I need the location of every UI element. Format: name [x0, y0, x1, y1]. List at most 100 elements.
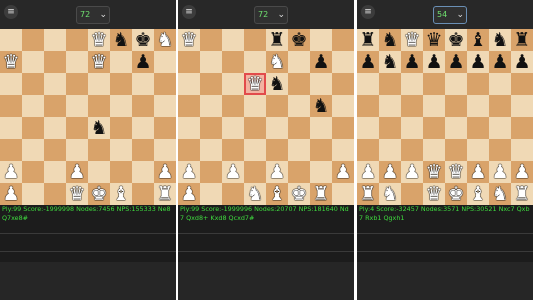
board-square[interactable]: ♟ [222, 161, 244, 183]
board-square[interactable] [44, 51, 66, 73]
board-square[interactable]: ♟ [489, 161, 511, 183]
black-piece-icon[interactable]: ♜ [513, 29, 530, 51]
board-square[interactable] [222, 51, 244, 73]
board-square[interactable] [44, 95, 66, 117]
white-piece-icon[interactable]: ♟ [334, 161, 351, 183]
board-square[interactable] [154, 51, 176, 73]
white-piece-icon[interactable]: ♜ [359, 183, 376, 205]
board-square[interactable] [332, 183, 354, 205]
board-square[interactable] [110, 161, 132, 183]
board-square[interactable] [467, 95, 489, 117]
board-square[interactable] [244, 161, 266, 183]
board-square[interactable] [288, 95, 310, 117]
board-square[interactable] [200, 183, 222, 205]
white-piece-icon[interactable]: ♟ [2, 161, 19, 183]
white-piece-icon[interactable]: ♟ [224, 161, 241, 183]
board-square[interactable] [154, 117, 176, 139]
board-square[interactable]: ♜ [310, 183, 332, 205]
black-piece-icon[interactable]: ♟ [447, 51, 464, 73]
board-square[interactable] [332, 117, 354, 139]
board-square[interactable]: ♛ [88, 51, 110, 73]
board-square[interactable] [467, 117, 489, 139]
board-square[interactable] [467, 73, 489, 95]
board-square[interactable]: ♚ [88, 183, 110, 205]
board-square[interactable] [66, 73, 88, 95]
white-piece-icon[interactable]: ♟ [359, 161, 376, 183]
board-square[interactable] [423, 139, 445, 161]
board-square[interactable] [401, 183, 423, 205]
board-square[interactable]: ♟ [511, 161, 533, 183]
board-square[interactable]: ♞ [110, 29, 132, 51]
white-piece-icon[interactable]: ♛ [68, 183, 85, 205]
black-piece-icon[interactable]: ♚ [134, 29, 151, 51]
board-square[interactable] [357, 139, 379, 161]
menu-icon[interactable]: ≡ [4, 5, 18, 19]
white-piece-icon[interactable]: ♜ [312, 183, 329, 205]
board-square[interactable] [0, 29, 22, 51]
white-piece-icon[interactable]: ♟ [68, 161, 85, 183]
board-square[interactable] [66, 29, 88, 51]
board-square[interactable] [244, 117, 266, 139]
white-piece-icon[interactable]: ♚ [90, 183, 107, 205]
board-square[interactable]: ♚ [288, 29, 310, 51]
board-square[interactable] [332, 29, 354, 51]
board-square[interactable] [445, 73, 467, 95]
board-square[interactable]: ♚ [445, 29, 467, 51]
board-square[interactable] [357, 73, 379, 95]
board-square[interactable]: ♟ [401, 51, 423, 73]
board-square[interactable] [178, 139, 200, 161]
board-square[interactable] [222, 29, 244, 51]
board-square[interactable] [22, 73, 44, 95]
board-square[interactable]: ♟ [511, 51, 533, 73]
board-square[interactable]: ♟ [467, 161, 489, 183]
board-square[interactable]: ♛ [244, 73, 266, 95]
board-square[interactable] [244, 95, 266, 117]
board-square[interactable]: ♜ [511, 183, 533, 205]
board-square[interactable] [132, 95, 154, 117]
board-square[interactable] [200, 117, 222, 139]
white-piece-icon[interactable]: ♟ [403, 161, 420, 183]
board-square[interactable] [66, 51, 88, 73]
board-square[interactable] [110, 73, 132, 95]
board-square[interactable]: ♛ [423, 29, 445, 51]
white-piece-icon[interactable]: ♜ [513, 183, 530, 205]
board-square[interactable]: ♜ [357, 29, 379, 51]
board-square[interactable] [22, 161, 44, 183]
board-square[interactable]: ♜ [266, 29, 288, 51]
board-square[interactable] [0, 139, 22, 161]
board-square[interactable] [332, 51, 354, 73]
chess-board[interactable]: ♛ ♜ ♚ ♞ ♟ ♛ ♞ ♞ ♟ ♟ ♟ ♟ ♟ ♞ ♝ ♚ ♜ [178, 29, 354, 205]
white-piece-icon[interactable]: ♛ [447, 161, 464, 183]
board-square[interactable] [88, 95, 110, 117]
black-piece-icon[interactable]: ♞ [312, 95, 329, 117]
board-square[interactable] [222, 183, 244, 205]
board-square[interactable]: ♟ [132, 51, 154, 73]
board-square[interactable]: ♟ [0, 161, 22, 183]
board-square[interactable] [88, 139, 110, 161]
black-piece-icon[interactable]: ♟ [312, 51, 329, 73]
black-piece-icon[interactable]: ♜ [359, 29, 376, 51]
white-piece-icon[interactable]: ♞ [246, 183, 263, 205]
white-piece-icon[interactable]: ♟ [2, 183, 19, 205]
board-square[interactable] [423, 95, 445, 117]
board-square[interactable]: ♞ [310, 95, 332, 117]
board-square[interactable] [288, 161, 310, 183]
board-square[interactable]: ♜ [357, 183, 379, 205]
board-square[interactable] [200, 161, 222, 183]
black-piece-icon[interactable]: ♟ [513, 51, 530, 73]
black-piece-icon[interactable]: ♞ [268, 73, 285, 95]
board-square[interactable] [200, 73, 222, 95]
board-square[interactable] [200, 95, 222, 117]
board-square[interactable]: ♝ [467, 183, 489, 205]
board-square[interactable] [288, 139, 310, 161]
black-piece-icon[interactable]: ♟ [134, 51, 151, 73]
black-piece-icon[interactable]: ♚ [290, 29, 307, 51]
board-square[interactable] [132, 73, 154, 95]
board-square[interactable] [401, 95, 423, 117]
board-square[interactable] [44, 117, 66, 139]
board-square[interactable]: ♞ [88, 117, 110, 139]
board-square[interactable] [288, 51, 310, 73]
board-square[interactable] [489, 117, 511, 139]
board-square[interactable] [489, 95, 511, 117]
board-square[interactable] [511, 95, 533, 117]
